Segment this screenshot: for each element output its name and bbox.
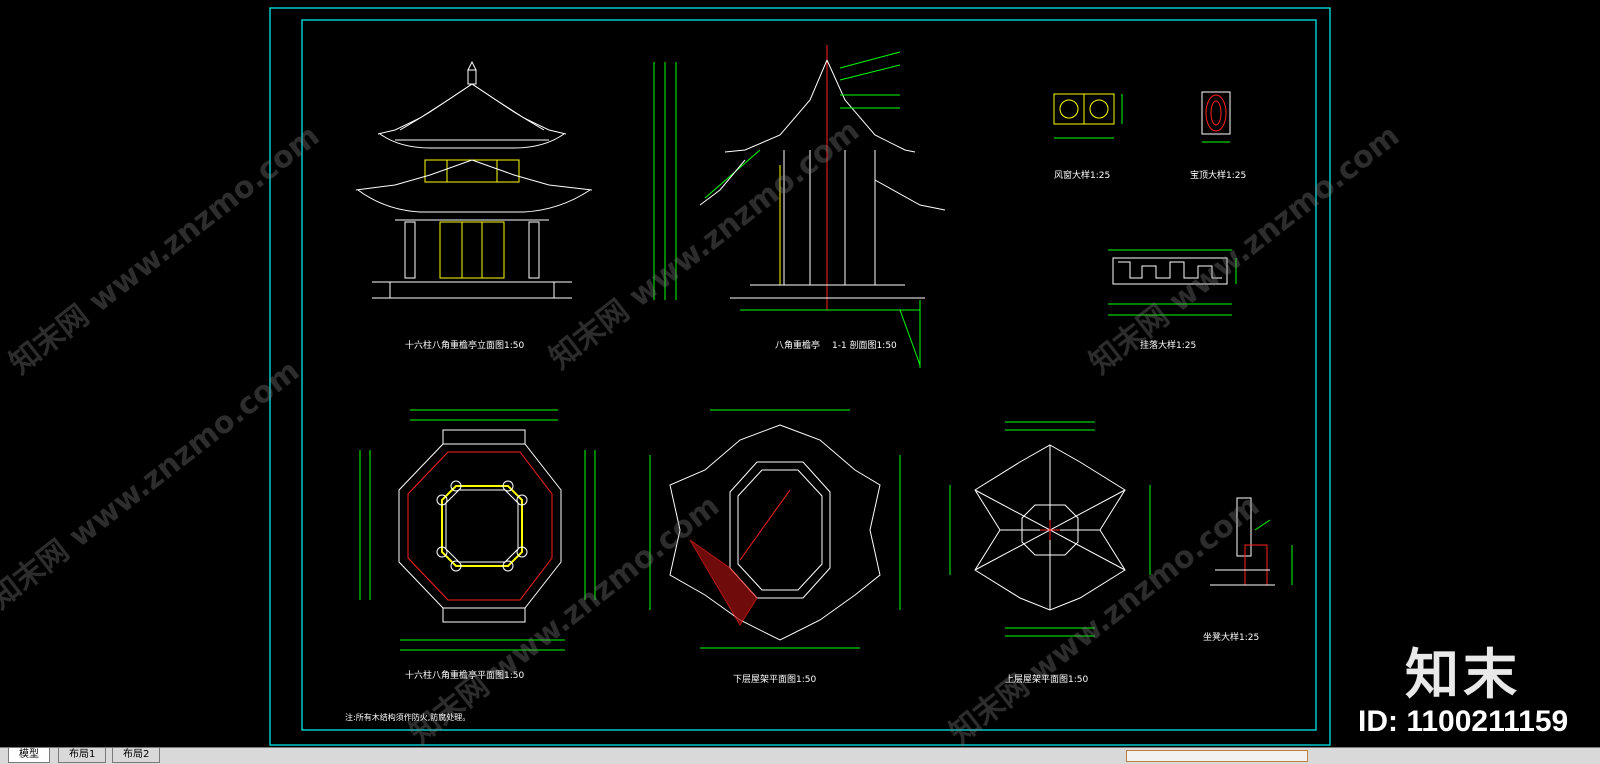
caption-railing-detail: 挂落大样1:25 [1140,341,1197,351]
sheet-outer-border [269,7,1331,746]
caption-bench-detail: 坐凳大样1:25 [1203,633,1260,643]
sheet-inner-border [301,19,1317,731]
detail-finial [1201,91,1231,143]
watermark-text: 知末网 www.znzmo.com [3,118,326,381]
tab-layout-2[interactable]: 布局2 [112,748,161,763]
watermark-pattern: 知末网 www.znzmo.com 知末网 www.znzmo.com 知末网 … [0,113,1406,747]
caption-section-scale: 1-1 剖面图1:50 [832,341,897,351]
drawing-note: 注:所有木结构须作防火,防腐处理。 [345,713,471,722]
caption-finial-detail: 宝顶大样1:25 [1190,171,1247,181]
watermark-id: ID: 1100211159 [1358,705,1569,738]
tab-layout-1[interactable]: 布局1 [58,748,107,763]
watermark-text: 知末网 www.znzmo.com [403,488,726,747]
watermark-text: 知末网 www.znzmo.com [543,113,866,376]
watermark-text: 知末网 www.znzmo.com [0,353,306,616]
watermark-text: 知末网 www.znzmo.com [943,488,1266,747]
elevation-drawing [355,60,593,299]
caption-window-detail: 风窗大样1:25 [1054,171,1111,181]
detail-window [1053,93,1123,139]
caption-elevation: 十六柱八角重檐亭立面图1:50 [405,341,525,351]
tab-model[interactable]: 模型 [8,748,50,763]
caption-plan-column: 十六柱八角重檐亭平面图1:50 [405,671,525,681]
caption-plan-upper-roof: 上层屋架平面图1:50 [1005,675,1089,685]
caption-section-title: 八角重檐亭 [775,341,821,351]
cad-drawing-canvas[interactable]: 知末网 www.znzmo.com 知末网 www.znzmo.com 知末网 … [0,0,1600,747]
caption-plan-lower-roof: 下层屋架平面图1:50 [733,675,817,685]
section-drawing [653,45,946,368]
layout-tab-bar: 模型 布局1 布局2 [0,747,1600,764]
horizontal-scrollbar[interactable] [1126,750,1308,762]
watermark-logo: 知末 [1405,643,1521,706]
